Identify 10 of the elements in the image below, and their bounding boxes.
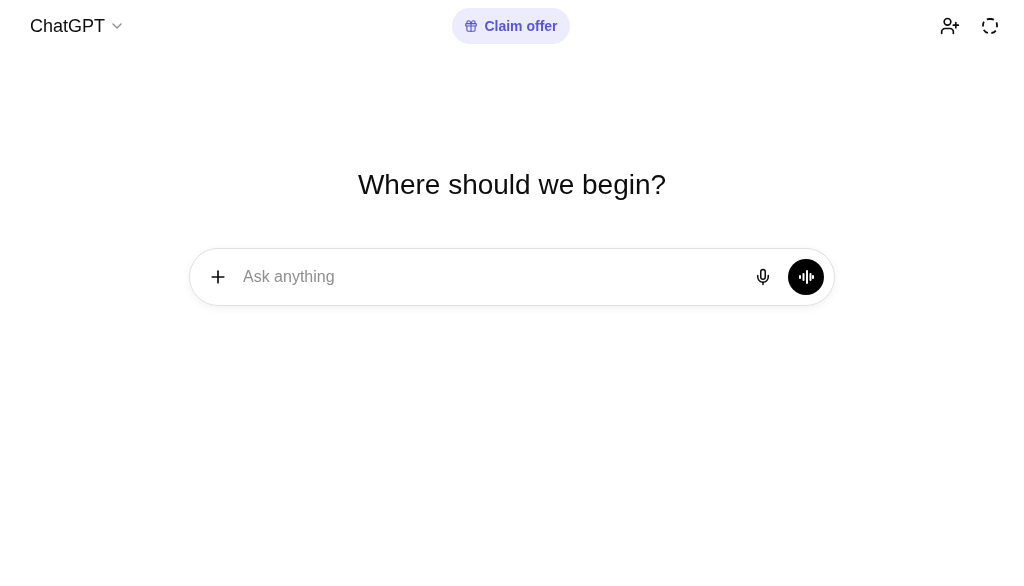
model-selector[interactable]: ChatGPT (22, 8, 162, 44)
claim-offer-button[interactable]: Claim offer (452, 8, 570, 44)
page-heading: Where should we begin? (357, 168, 667, 202)
gift-icon (464, 19, 479, 33)
sound-wave-icon (798, 270, 814, 284)
voice-button[interactable] (788, 259, 824, 295)
prompt-input[interactable]: Ask anything (243, 265, 754, 289)
add-person-icon[interactable] (940, 16, 960, 36)
dashed-circle-icon[interactable] (980, 16, 1000, 36)
microphone-icon (754, 268, 772, 286)
